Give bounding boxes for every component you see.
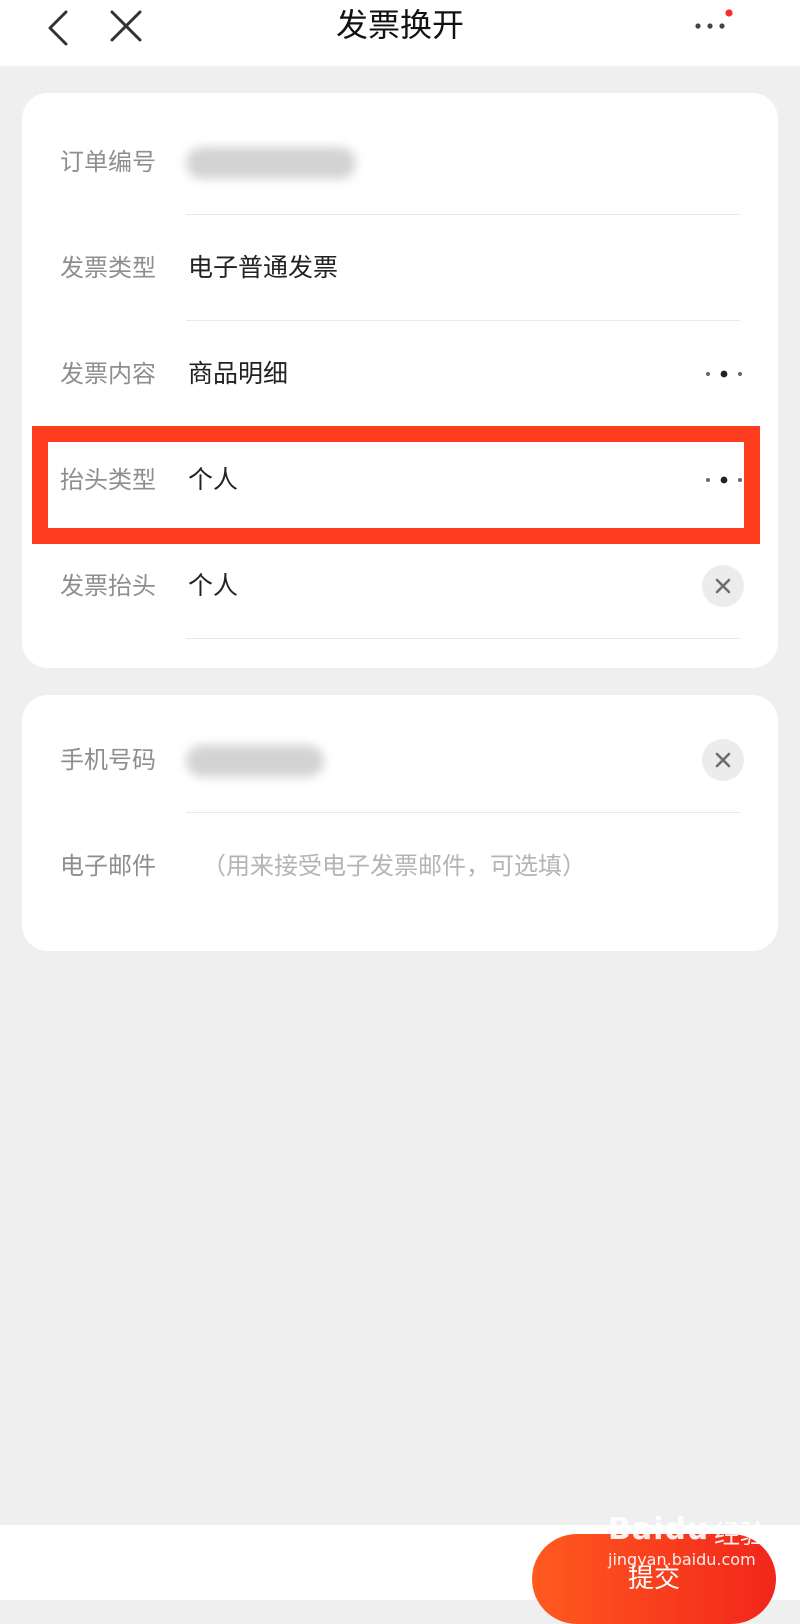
invoice-title-value: 个人: [188, 571, 239, 600]
order-number-label: 订单编号: [60, 148, 156, 176]
watermark-brand: Baidu: [608, 1512, 710, 1547]
invoice-content-row[interactable]: 发票内容 商品明细: [22, 321, 778, 427]
order-number-redacted: [186, 147, 356, 179]
invoice-type-label: 发票类型: [60, 254, 156, 282]
invoice-title-row[interactable]: 发票抬头 个人: [22, 533, 778, 639]
invoice-type-row[interactable]: 发票类型 电子普通发票: [22, 215, 778, 321]
baidu-jingyan-watermark: Baidu 经验 jingyan.baidu.com: [606, 1512, 796, 1572]
divider: [186, 638, 740, 639]
phone-label: 手机号码: [60, 746, 156, 774]
invoice-content-label: 发票内容: [60, 360, 156, 388]
email-label: 电子邮件: [60, 852, 156, 880]
clear-input-icon[interactable]: [702, 565, 744, 607]
top-navigation-bar: 发票换开: [0, 0, 800, 66]
phone-number-redacted: [186, 745, 324, 777]
contact-info-card: 手机号码 电子邮件 （用来接受电子发票邮件，可选填）: [22, 695, 778, 951]
order-number-row: 订单编号: [22, 109, 778, 215]
clear-input-icon[interactable]: [702, 739, 744, 781]
invoice-info-card: 订单编号 发票类型 电子普通发票 发票内容 商品明细 抬头类型 个人 发票抬头 …: [22, 93, 778, 668]
invoice-type-value: 电子普通发票: [188, 253, 339, 282]
watermark-url: jingyan.baidu.com: [608, 1550, 756, 1569]
page-title: 发票换开: [335, 6, 464, 44]
more-options-icon[interactable]: [694, 8, 738, 44]
phone-row[interactable]: 手机号码: [22, 707, 778, 813]
invoice-content-value: 商品明细: [188, 359, 289, 388]
highlight-box: [32, 426, 760, 544]
notification-dot-icon: [725, 9, 733, 17]
watermark-product: 经验: [714, 1520, 767, 1550]
email-input[interactable]: （用来接受电子发票邮件，可选填）: [202, 813, 586, 919]
more-dots-icon[interactable]: [704, 362, 744, 386]
invoice-title-label: 发票抬头: [60, 572, 156, 600]
email-row[interactable]: 电子邮件 （用来接受电子发票邮件，可选填）: [22, 813, 778, 919]
